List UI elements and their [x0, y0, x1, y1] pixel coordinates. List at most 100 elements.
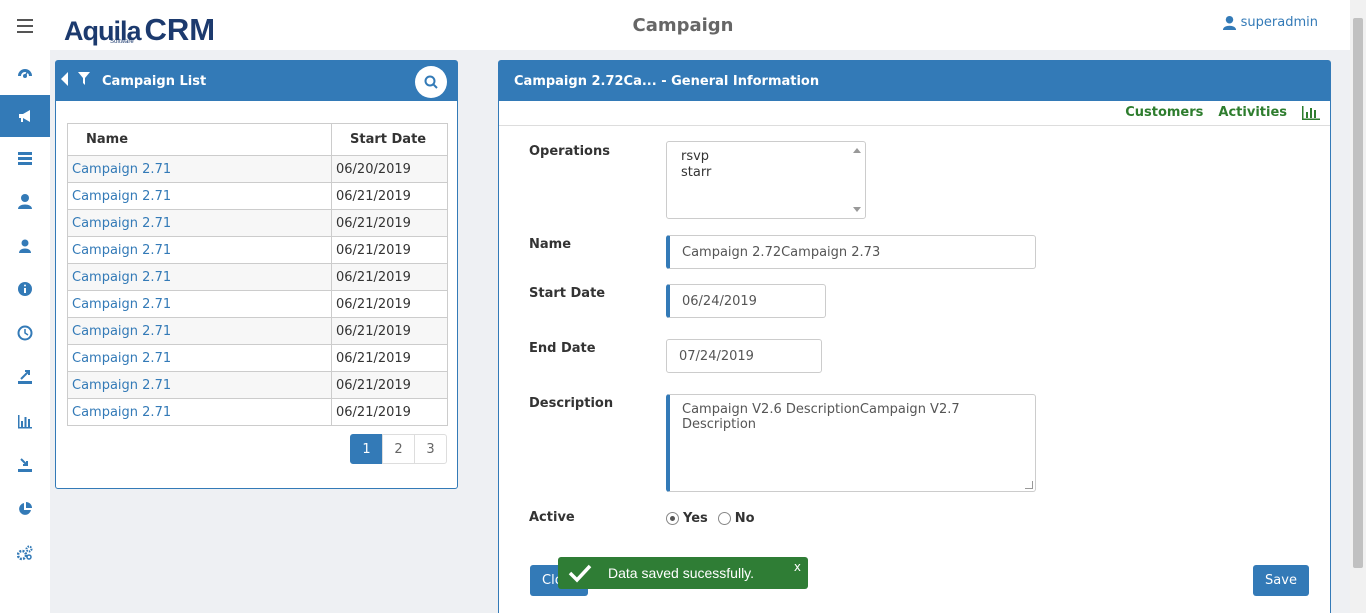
user-menu[interactable]: superadmin [1222, 15, 1318, 30]
detail-tabs: Customers Activities [1125, 105, 1320, 120]
campaign-link[interactable]: Campaign 2.71 [72, 351, 171, 366]
sidebar-item-campaign[interactable] [0, 95, 50, 137]
table-row[interactable]: Campaign 2.71 06/21/2019 [67, 236, 448, 264]
pie-chart-icon [19, 502, 32, 515]
filter-icon[interactable] [78, 72, 90, 86]
settings-icon [17, 545, 33, 561]
campaign-link[interactable]: Campaign 2.71 [72, 405, 171, 420]
dashboard-icon [18, 69, 32, 78]
save-button[interactable]: Save [1253, 565, 1309, 596]
checkmark-icon [568, 564, 592, 583]
campaign-link[interactable]: Campaign 2.71 [72, 162, 171, 177]
active-yes-label: Yes [683, 511, 708, 526]
toast-message: Data saved sucessfully. [608, 565, 755, 581]
collapse-left-icon[interactable] [61, 72, 68, 86]
sidebar-item-info[interactable] [0, 269, 50, 309]
campaign-list-header: Campaign List [56, 61, 457, 101]
sidebar [0, 50, 50, 613]
start-date-cell: 06/21/2019 [331, 317, 448, 345]
user-icon [18, 194, 32, 209]
label-start-date: Start Date [529, 286, 606, 301]
table-row[interactable]: Campaign 2.71 06/21/2019 [67, 371, 448, 399]
search-button[interactable] [415, 66, 447, 98]
campaign-link[interactable]: Campaign 2.71 [72, 297, 171, 312]
user-icon [1222, 15, 1236, 30]
page-button-2[interactable]: 2 [382, 434, 415, 464]
page-title: Campaign [632, 15, 734, 36]
start-date-field[interactable]: 06/24/2019 [666, 284, 826, 318]
name-field[interactable]: Campaign 2.72Campaign 2.73 [666, 235, 1036, 269]
tab-activities[interactable]: Activities [1218, 105, 1287, 120]
sidebar-item-dashboard[interactable] [0, 52, 50, 92]
bar-chart-icon[interactable] [1302, 105, 1320, 120]
table-row[interactable]: Campaign 2.71 06/21/2019 [67, 263, 448, 291]
general-info-title: Campaign 2.72Ca... - General Information [514, 73, 820, 89]
label-description: Description [529, 396, 614, 411]
label-name: Name [529, 237, 572, 252]
page-scrollbar[interactable] [1350, 0, 1366, 613]
page-button-1[interactable]: 1 [350, 434, 383, 464]
bar-chart-icon [18, 415, 32, 429]
active-no-label: No [734, 511, 755, 526]
search-icon [424, 75, 438, 89]
megaphone-icon [19, 110, 30, 122]
success-toast: Data saved sucessfully. x [558, 557, 808, 589]
campaign-link[interactable]: Campaign 2.71 [72, 378, 171, 393]
sidebar-item-reports[interactable] [0, 401, 50, 441]
table-row[interactable]: Campaign 2.71 06/21/2019 [67, 290, 448, 318]
general-info-header: Campaign 2.72Ca... - General Information [499, 61, 1330, 101]
sidebar-item-contact[interactable] [0, 226, 50, 266]
table-row[interactable]: Campaign 2.71 06/21/2019 [67, 317, 448, 345]
sidebar-item-analytics[interactable] [0, 489, 50, 529]
start-date-cell: 06/20/2019 [331, 155, 448, 183]
campaign-link[interactable]: Campaign 2.71 [72, 270, 171, 285]
campaign-link[interactable]: Campaign 2.71 [72, 216, 171, 231]
campaign-link[interactable]: Campaign 2.71 [72, 189, 171, 204]
tab-customers[interactable]: Customers [1125, 105, 1203, 120]
top-bar: Aquila CRM Software Campaign superadmin [0, 0, 1350, 50]
column-header-name[interactable]: Name [67, 123, 332, 156]
table-row[interactable]: Campaign 2.71 06/20/2019 [67, 155, 448, 183]
campaign-link[interactable]: Campaign 2.71 [72, 243, 171, 258]
active-yes-radio[interactable] [666, 512, 679, 525]
sidebar-item-import[interactable] [0, 445, 50, 485]
start-date-cell: 06/21/2019 [331, 398, 448, 426]
description-text: Campaign V2.6 DescriptionCampaign V2.7 D… [682, 402, 960, 432]
resize-handle[interactable] [1025, 481, 1033, 489]
sidebar-item-user[interactable] [0, 181, 50, 221]
info-icon [18, 282, 32, 296]
active-no-radio[interactable] [717, 512, 731, 525]
column-header-start-date[interactable]: Start Date [331, 123, 448, 156]
import-icon [18, 458, 32, 472]
export-icon [18, 370, 32, 384]
sidebar-item-history[interactable] [0, 313, 50, 353]
page-button-3[interactable]: 3 [414, 434, 447, 464]
campaign-list-panel: Campaign List Name Start Date Campaign 2… [55, 60, 458, 489]
description-field[interactable]: Campaign V2.6 DescriptionCampaign V2.7 D… [666, 394, 1036, 492]
operations-scrollbar[interactable] [851, 144, 863, 216]
table-row[interactable]: Campaign 2.71 06/21/2019 [67, 344, 448, 372]
operation-option[interactable]: rsvp [681, 149, 851, 165]
sidebar-item-list[interactable] [0, 138, 50, 178]
label-active: Active [529, 510, 575, 525]
operation-option[interactable]: starr [681, 165, 851, 181]
sidebar-item-export[interactable] [0, 357, 50, 397]
operations-listbox[interactable]: rsvp starr [666, 141, 866, 219]
start-date-cell: 06/21/2019 [331, 371, 448, 399]
start-date-cell: 06/21/2019 [331, 344, 448, 372]
table-row[interactable]: Campaign 2.71 06/21/2019 [67, 182, 448, 210]
toast-close-button[interactable]: x [794, 560, 801, 574]
logo-software-text: Software [110, 39, 134, 45]
start-date-cell: 06/21/2019 [331, 290, 448, 318]
campaign-link[interactable]: Campaign 2.71 [72, 324, 171, 339]
general-info-panel: Campaign 2.72Ca... - General Information… [498, 60, 1331, 613]
scrollbar-thumb[interactable] [1353, 18, 1363, 568]
end-date-field[interactable]: 07/24/2019 [666, 339, 822, 373]
pagination: 1 2 3 [350, 434, 447, 464]
table-row[interactable]: Campaign 2.71 06/21/2019 [67, 398, 448, 426]
label-end-date: End Date [529, 341, 596, 356]
sidebar-item-settings[interactable] [0, 533, 50, 573]
campaign-table: Name Start Date Campaign 2.71 06/20/2019 … [67, 123, 448, 426]
username: superadmin [1240, 15, 1318, 30]
table-row[interactable]: Campaign 2.71 06/21/2019 [67, 209, 448, 237]
